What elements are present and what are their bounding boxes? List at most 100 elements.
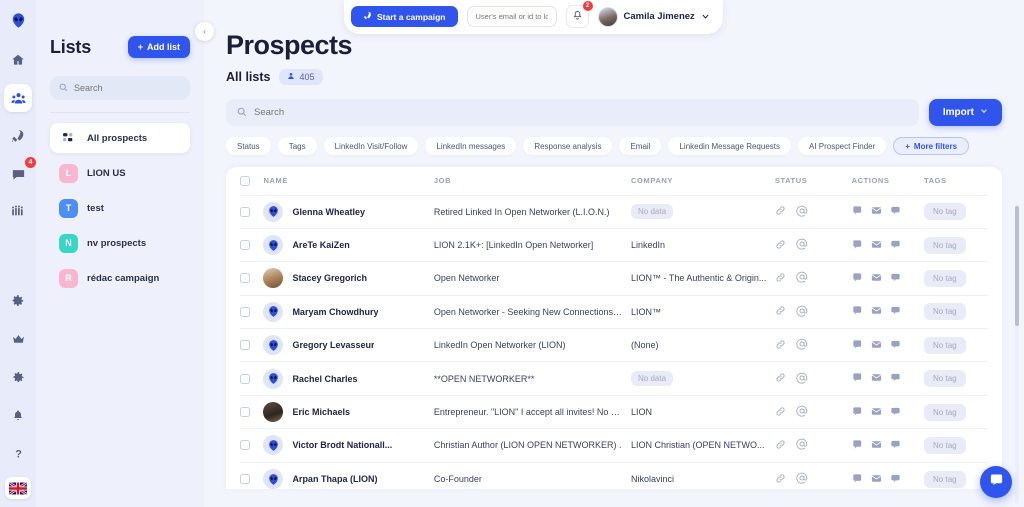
prospect-name[interactable]: Stacey Gregorich bbox=[292, 273, 367, 283]
comment-icon[interactable] bbox=[890, 239, 901, 252]
language-selector[interactable] bbox=[5, 477, 31, 499]
table-row[interactable]: Rachel Charles **OPEN NETWORKER** No data N… bbox=[240, 361, 988, 395]
alien-logo-icon[interactable] bbox=[4, 6, 32, 34]
table-row[interactable]: AreTe KaiZen LION 2.1K+: [LinkedIn Open N… bbox=[240, 228, 988, 261]
email-icon[interactable] bbox=[871, 372, 882, 385]
row-checkbox[interactable] bbox=[240, 474, 250, 485]
user-menu[interactable]: Camila Jimenez bbox=[597, 6, 710, 27]
comment-icon[interactable] bbox=[890, 473, 901, 486]
linkedin-message-icon[interactable] bbox=[852, 439, 863, 452]
prospect-name[interactable]: Maryam Chowdhury bbox=[292, 307, 378, 317]
row-checkbox[interactable] bbox=[240, 306, 250, 317]
linkedin-message-icon[interactable] bbox=[852, 205, 863, 218]
email-icon[interactable] bbox=[871, 239, 882, 252]
row-checkbox[interactable] bbox=[240, 440, 250, 451]
email-icon[interactable] bbox=[871, 305, 882, 318]
filter-chip-ai-prospect-finder[interactable]: AI Prospect Finder bbox=[798, 137, 887, 155]
prospect-name[interactable]: AreTe KaiZen bbox=[292, 240, 349, 250]
filter-chip-response-analysis[interactable]: Response analysis bbox=[523, 137, 613, 155]
prospect-name[interactable]: Arpan Thapa (LION) bbox=[292, 474, 377, 484]
table-row[interactable]: Arpan Thapa (LION) Co-Founder Nikolavinci N… bbox=[240, 462, 988, 489]
sidebar-item-home[interactable] bbox=[4, 46, 32, 74]
email-icon[interactable] bbox=[871, 339, 882, 352]
linkedin-message-icon[interactable] bbox=[852, 272, 863, 285]
table-row[interactable]: Maryam Chowdhury Open Networker - Seeking… bbox=[240, 295, 988, 328]
column-header-status[interactable]: STATUS bbox=[775, 167, 852, 195]
prospect-name[interactable]: Rachel Charles bbox=[292, 374, 357, 384]
list-item-redac-campaign[interactable]: R rédac campaign bbox=[50, 263, 190, 293]
row-checkbox[interactable] bbox=[240, 407, 250, 418]
row-checkbox[interactable] bbox=[240, 273, 250, 284]
comment-icon[interactable] bbox=[890, 439, 901, 452]
table-row[interactable]: Victor Brodt Nationall... Christian Autho… bbox=[240, 428, 988, 462]
link-icon[interactable] bbox=[775, 473, 786, 486]
row-checkbox[interactable] bbox=[240, 240, 250, 251]
at-sign-icon[interactable] bbox=[796, 338, 808, 352]
email-icon[interactable] bbox=[871, 406, 882, 419]
link-icon[interactable] bbox=[775, 272, 786, 285]
email-icon[interactable] bbox=[871, 473, 882, 486]
at-sign-icon[interactable] bbox=[796, 472, 808, 486]
sidebar-item-campaigns[interactable] bbox=[4, 122, 32, 150]
table-row[interactable]: Gregory Levasseur LinkedIn Open Networker… bbox=[240, 328, 988, 362]
sidebar-item-upgrade[interactable] bbox=[4, 325, 32, 353]
list-item-lion-us[interactable]: L LION US bbox=[50, 158, 190, 188]
user-login-input[interactable] bbox=[466, 6, 557, 27]
prospect-search[interactable] bbox=[226, 99, 919, 126]
at-sign-icon[interactable] bbox=[796, 305, 808, 319]
sidebar-item-prospects[interactable] bbox=[4, 84, 32, 112]
link-icon[interactable] bbox=[775, 239, 786, 252]
prospect-name[interactable]: Eric Michaels bbox=[292, 407, 350, 417]
prospect-name[interactable]: Victor Brodt Nationall... bbox=[292, 440, 392, 450]
column-header-job[interactable]: JOB bbox=[434, 167, 631, 195]
at-sign-icon[interactable] bbox=[796, 438, 808, 452]
prospect-search-input[interactable] bbox=[254, 107, 908, 118]
tag-badge[interactable]: No tag bbox=[924, 436, 966, 454]
at-sign-icon[interactable] bbox=[796, 372, 808, 386]
comment-icon[interactable] bbox=[890, 339, 901, 352]
lists-search-input[interactable] bbox=[74, 83, 181, 93]
linkedin-message-icon[interactable] bbox=[852, 473, 863, 486]
table-row[interactable]: Glenna Wheatley Retired Linked In Open Ne… bbox=[240, 195, 988, 228]
comment-icon[interactable] bbox=[890, 205, 901, 218]
at-sign-icon[interactable] bbox=[796, 405, 808, 419]
tag-badge[interactable]: No tag bbox=[924, 203, 966, 221]
tag-badge[interactable]: No tag bbox=[924, 236, 966, 254]
link-icon[interactable] bbox=[775, 305, 786, 318]
linkedin-message-icon[interactable] bbox=[852, 372, 863, 385]
tag-badge[interactable]: No tag bbox=[924, 336, 966, 354]
sidebar-item-preferences[interactable] bbox=[4, 363, 32, 391]
link-icon[interactable] bbox=[775, 439, 786, 452]
tag-badge[interactable]: No tag bbox=[924, 269, 966, 287]
tag-badge[interactable]: No tag bbox=[924, 403, 966, 421]
tag-badge[interactable]: No tag bbox=[924, 303, 966, 321]
sidebar-item-team[interactable] bbox=[4, 198, 32, 226]
tag-badge[interactable]: No tag bbox=[924, 370, 966, 388]
row-checkbox[interactable] bbox=[240, 206, 250, 217]
linkedin-message-icon[interactable] bbox=[852, 239, 863, 252]
row-checkbox[interactable] bbox=[240, 373, 250, 384]
comment-icon[interactable] bbox=[890, 406, 901, 419]
link-icon[interactable] bbox=[775, 205, 786, 218]
import-button[interactable]: Import bbox=[928, 99, 1002, 126]
filter-chip-linkedin-visit-follow[interactable]: LinkedIn Visit/Follow bbox=[323, 137, 419, 155]
collapse-sidebar-button[interactable]: ‹ bbox=[195, 22, 214, 41]
link-icon[interactable] bbox=[775, 372, 786, 385]
linkedin-message-icon[interactable] bbox=[852, 305, 863, 318]
email-icon[interactable] bbox=[871, 439, 882, 452]
email-icon[interactable] bbox=[871, 205, 882, 218]
column-header-company[interactable]: COMPANY bbox=[631, 167, 775, 195]
more-filters-button[interactable]: + More filters bbox=[893, 137, 970, 155]
at-sign-icon[interactable] bbox=[796, 238, 808, 252]
filter-chip-tags[interactable]: Tags bbox=[277, 137, 317, 155]
link-icon[interactable] bbox=[775, 406, 786, 419]
prospect-name[interactable]: Gregory Levasseur bbox=[292, 340, 374, 350]
sidebar-item-messages[interactable]: 4 bbox=[4, 157, 36, 188]
list-item-all-prospects[interactable]: All prospects bbox=[50, 123, 190, 153]
lists-search[interactable] bbox=[50, 76, 190, 100]
list-item-nv-prospects[interactable]: N nv prospects bbox=[50, 228, 190, 258]
comment-icon[interactable] bbox=[890, 372, 901, 385]
linkedin-message-icon[interactable] bbox=[852, 406, 863, 419]
column-header-actions[interactable]: ACTIONS bbox=[852, 167, 924, 195]
comment-icon[interactable] bbox=[890, 305, 901, 318]
